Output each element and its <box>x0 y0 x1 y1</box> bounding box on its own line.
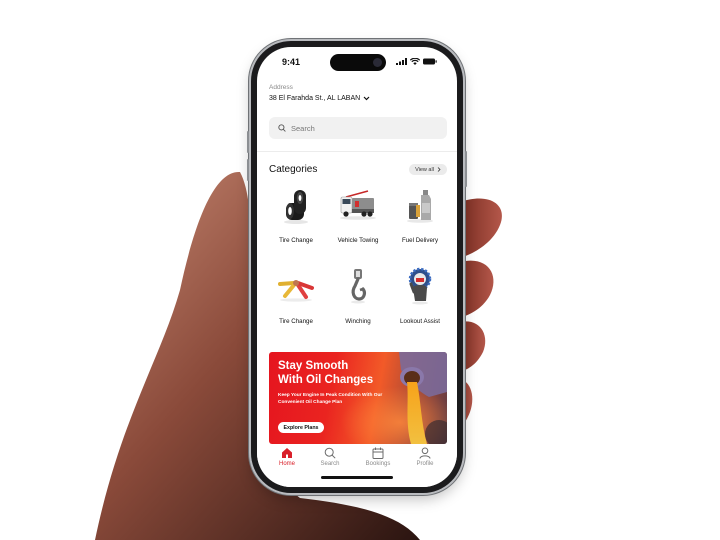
dynamic-island <box>330 54 386 71</box>
status-bar: 9:41 <box>257 47 457 77</box>
banner-subtitle: Keep Your Engine In Peak Condition With … <box>278 393 383 405</box>
address-label: Address <box>269 84 293 91</box>
category-label: Vehicle Towing <box>337 237 379 244</box>
tires-icon <box>284 190 308 224</box>
view-all-button[interactable]: View all <box>409 164 447 175</box>
banner-title: Stay Smooth With Oil Changes <box>278 359 398 387</box>
volume-up-button <box>247 131 249 153</box>
calendar-icon <box>372 447 384 459</box>
signal-icon <box>396 58 407 65</box>
address-text: 38 El Farahda St., AL LABAN <box>269 95 361 102</box>
tab-label: Profile <box>416 461 434 467</box>
category-fuel-delivery[interactable]: Fuel Delivery <box>389 185 451 255</box>
camera-icon <box>373 58 382 67</box>
volume-down-button <box>247 159 249 181</box>
home-indicator[interactable] <box>321 476 393 479</box>
search-placeholder: Search <box>291 123 315 133</box>
tab-label: Home <box>278 461 295 467</box>
promo-banner[interactable]: Stay Smooth With Oil Changes Keep Your E… <box>269 352 447 444</box>
category-lookout-assist[interactable]: Lookout Assist <box>389 266 451 336</box>
category-label: Winching <box>345 318 371 325</box>
categories-title: Categories <box>269 164 318 175</box>
category-label: Tire Change <box>279 237 313 244</box>
banner-title-line2: With Oil Changes <box>278 374 374 386</box>
explore-plans-button[interactable]: Explore Plans <box>278 422 324 433</box>
category-vehicle-towing[interactable]: Vehicle Towing <box>327 185 389 255</box>
tab-label: Search <box>320 461 340 467</box>
power-button <box>465 151 467 187</box>
divider <box>257 151 457 152</box>
tab-home[interactable]: Home <box>267 447 307 467</box>
app-screen: 9:41 Address 38 El Farahda St., AL LABAN… <box>257 47 457 487</box>
phone-frame: 9:41 Address 38 El Farahda St., AL LABAN… <box>247 41 467 493</box>
tab-profile[interactable]: Profile <box>405 447 445 467</box>
fuel-can-icon <box>407 190 433 223</box>
tab-search[interactable]: Search <box>310 447 350 467</box>
battery-icon <box>423 58 437 65</box>
category-label: Tire Change <box>279 318 313 325</box>
tab-label: Bookings <box>365 461 391 467</box>
search-icon <box>278 124 286 132</box>
category-label: Fuel Delivery <box>401 237 439 244</box>
search-icon <box>324 447 336 459</box>
search-input[interactable]: Search <box>269 117 447 139</box>
chevron-down-icon <box>363 96 370 101</box>
tow-truck-icon <box>340 190 376 220</box>
category-label: Lookout Assist <box>400 318 440 325</box>
assist-gear-hand-icon <box>408 267 432 305</box>
address-selector[interactable]: 38 El Farahda St., AL LABAN <box>269 95 370 102</box>
wifi-icon <box>410 58 420 65</box>
status-time: 9:41 <box>282 57 301 67</box>
category-tire-change-2[interactable]: Tire Change <box>265 266 327 336</box>
view-all-label: View all <box>415 166 434 173</box>
bottom-tab-bar: Home Search Bookings Profile <box>257 444 457 487</box>
tab-bookings[interactable]: Bookings <box>358 447 398 467</box>
banner-title-line1: Stay Smooth <box>278 360 349 372</box>
category-tire-change[interactable]: Tire Change <box>265 185 327 255</box>
user-icon <box>419 447 431 459</box>
chevron-right-icon <box>437 167 441 172</box>
winch-hook-icon <box>351 269 366 304</box>
category-winching[interactable]: Winching <box>327 266 389 336</box>
home-icon <box>282 448 292 458</box>
jumper-cables-icon <box>278 280 314 302</box>
